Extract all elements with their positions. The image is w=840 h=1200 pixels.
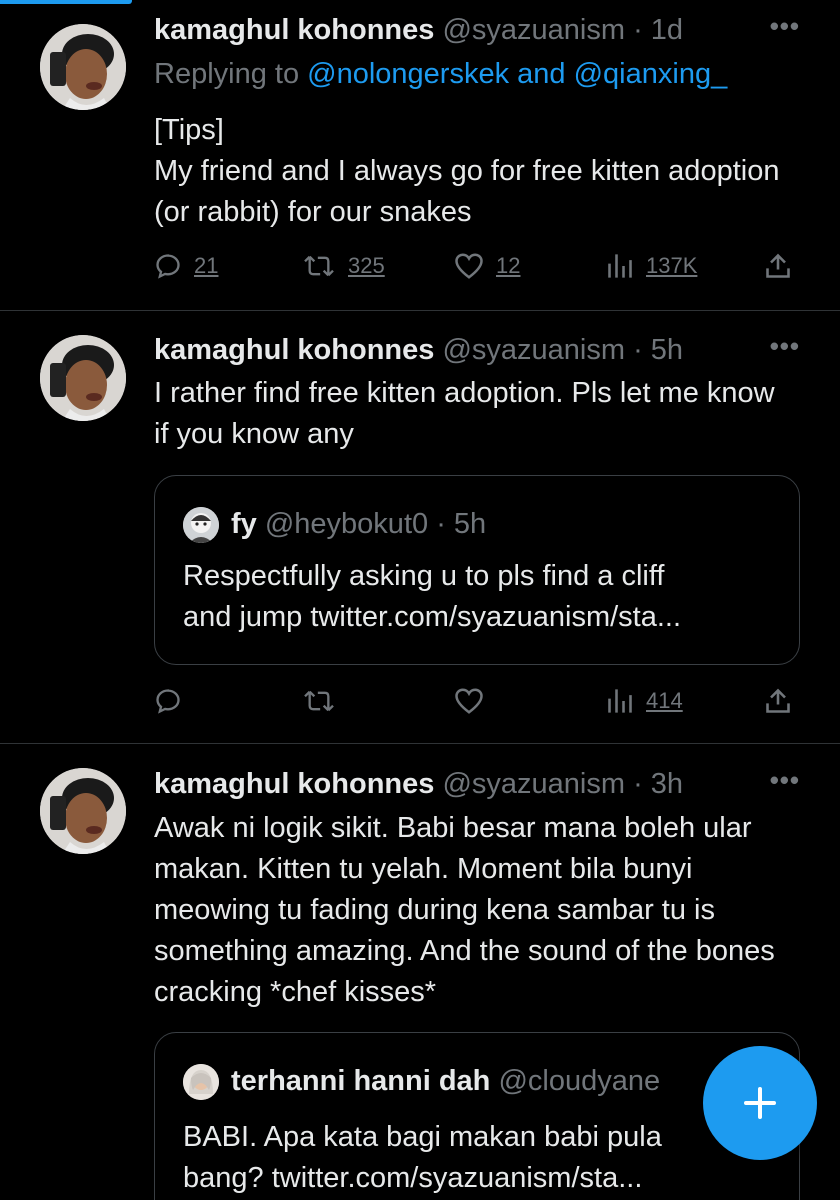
tweet-text: [Tips] My friend and I always go for fre… xyxy=(154,114,780,228)
replying-prefix: Replying to xyxy=(154,58,308,90)
retweet-button[interactable] xyxy=(302,681,336,721)
quote-name: fy xyxy=(231,508,257,540)
mention-link[interactable]: @qianxing_ xyxy=(574,58,728,90)
quote-time: · 5h xyxy=(436,508,487,540)
quote-handle: @heybokut0 xyxy=(264,508,429,540)
views-button[interactable]: 414 xyxy=(606,681,683,721)
views-count[interactable]: 137K xyxy=(646,253,697,279)
display-name[interactable]: kamaghul kohonnes xyxy=(154,334,434,366)
like-count[interactable]: 12 xyxy=(496,253,520,279)
quote-tweet[interactable]: terhanni hanni dah @cloudyane BABI. Apa … xyxy=(154,1032,800,1200)
tweet-2[interactable]: kamaghul kohonnes @syazuanism · 5h ••• I… xyxy=(0,311,840,743)
more-icon[interactable]: ••• xyxy=(770,8,800,44)
share-icon xyxy=(766,688,790,713)
replying-to: Replying to @nolongerskek and @qianxing_ xyxy=(154,56,727,92)
quote-text: BABI. Apa kata bagi makan babi pula bang… xyxy=(183,1121,662,1194)
retweet-button[interactable]: 325 xyxy=(302,246,385,286)
quote-avatar xyxy=(183,507,219,544)
timeline: kamaghul kohonnes @syazuanism · 1d ••• R… xyxy=(0,0,840,1200)
retweet-count[interactable]: 325 xyxy=(348,253,385,279)
mention-link[interactable]: @nolongerskek xyxy=(307,58,509,90)
reply-icon xyxy=(156,254,180,279)
quote-handle: @cloudyane xyxy=(498,1065,661,1097)
timestamp[interactable]: · 5h xyxy=(633,334,683,366)
quote-header: terhanni hanni dah @cloudyane xyxy=(183,1063,661,1101)
compose-button[interactable] xyxy=(703,1046,817,1160)
avatar[interactable] xyxy=(40,335,126,421)
views-icon xyxy=(608,689,632,713)
handle[interactable]: @syazuanism xyxy=(442,768,625,800)
views-icon xyxy=(608,254,632,278)
reply-icon xyxy=(156,689,180,714)
tweet-text: Awak ni logik sikit. Babi besar mana bol… xyxy=(154,812,775,1008)
like-icon xyxy=(455,253,483,279)
reply-button[interactable]: 21 xyxy=(154,246,218,286)
quote-name: terhanni hanni dah xyxy=(231,1065,491,1097)
tweet-header: kamaghul kohonnes @syazuanism · 1d ••• xyxy=(154,11,800,48)
views-count[interactable]: 414 xyxy=(646,688,683,714)
avatar[interactable] xyxy=(40,768,126,854)
retweet-icon xyxy=(304,255,334,277)
handle[interactable]: @syazuanism xyxy=(442,334,625,366)
timestamp[interactable]: · 1d xyxy=(633,14,683,46)
more-icon[interactable]: ••• xyxy=(770,762,800,798)
display-name[interactable]: kamaghul kohonnes xyxy=(154,14,434,46)
timestamp[interactable]: · 3h xyxy=(633,768,683,800)
avatar[interactable] xyxy=(40,24,126,110)
quote-avatar xyxy=(183,1064,219,1101)
display-name[interactable]: kamaghul kohonnes xyxy=(154,768,434,800)
reply-button[interactable] xyxy=(154,681,182,721)
more-icon[interactable]: ••• xyxy=(770,328,800,364)
reply-count[interactable]: 21 xyxy=(194,253,218,279)
like-button[interactable] xyxy=(454,681,484,721)
share-icon xyxy=(766,253,790,278)
quote-tweet[interactable]: fy @heybokut0 · 5h Respectfully asking u… xyxy=(154,475,800,665)
tweet-header: kamaghul kohonnes @syazuanism · 3h ••• xyxy=(154,765,800,802)
tweet-1[interactable]: kamaghul kohonnes @syazuanism · 1d ••• R… xyxy=(0,0,840,310)
share-button[interactable] xyxy=(764,246,792,286)
retweet-icon xyxy=(304,690,334,712)
views-button[interactable]: 137K xyxy=(606,246,697,286)
quote-header: fy @heybokut0 · 5h xyxy=(183,506,487,544)
action-bar: 414 xyxy=(154,681,800,721)
replying-and[interactable]: and xyxy=(509,58,574,90)
action-bar: 21 325 12 137K xyxy=(154,246,800,286)
plus-icon xyxy=(744,1087,776,1119)
tweet-text: I rather find free kitten adoption. Pls … xyxy=(154,377,775,450)
quote-text: Respectfully asking u to pls find a clif… xyxy=(183,560,682,633)
share-button[interactable] xyxy=(764,681,792,721)
like-button[interactable]: 12 xyxy=(454,246,520,286)
tweet-header: kamaghul kohonnes @syazuanism · 5h ••• xyxy=(154,331,800,368)
like-icon xyxy=(455,688,483,714)
handle[interactable]: @syazuanism xyxy=(442,14,625,46)
